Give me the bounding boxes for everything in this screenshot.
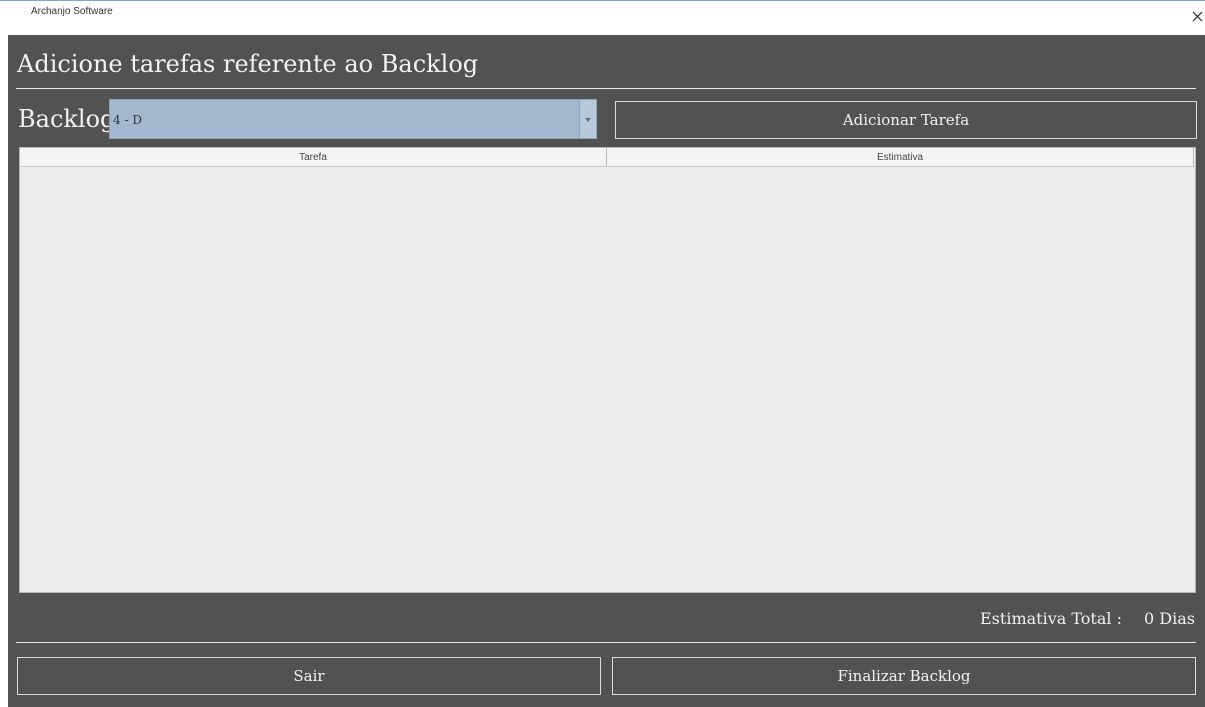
top-divider	[16, 88, 1196, 89]
backlog-selected-value: 4 - D	[113, 113, 142, 127]
chevron-down-icon[interactable]	[579, 100, 596, 138]
backlog-select[interactable]: 4 - D	[109, 99, 597, 139]
total-estimate-label: Estimativa Total :	[980, 609, 1122, 628]
column-header-estimativa[interactable]: Estimativa	[607, 148, 1194, 166]
exit-button[interactable]: Sair	[17, 657, 601, 695]
total-estimate-value: 0 Dias	[1144, 609, 1195, 628]
task-table[interactable]: Tarefa Estimativa	[19, 147, 1196, 593]
page-title: Adicione tarefas referente ao Backlog	[17, 50, 479, 78]
backlog-label: Backlog	[18, 105, 116, 133]
main-panel: Adicione tarefas referente ao Backlog Ba…	[8, 35, 1205, 707]
table-body[interactable]	[20, 167, 1195, 592]
window-titlebar: Archanjo Software	[0, 0, 1205, 35]
finish-backlog-button[interactable]: Finalizar Backlog	[612, 657, 1196, 695]
bottom-divider	[16, 642, 1196, 643]
column-header-tarefa[interactable]: Tarefa	[20, 148, 607, 166]
add-task-button[interactable]: Adicionar Tarefa	[615, 101, 1197, 139]
close-icon[interactable]	[1190, 9, 1205, 24]
table-header: Tarefa Estimativa	[20, 148, 1195, 167]
window-title: Archanjo Software	[31, 6, 113, 17]
